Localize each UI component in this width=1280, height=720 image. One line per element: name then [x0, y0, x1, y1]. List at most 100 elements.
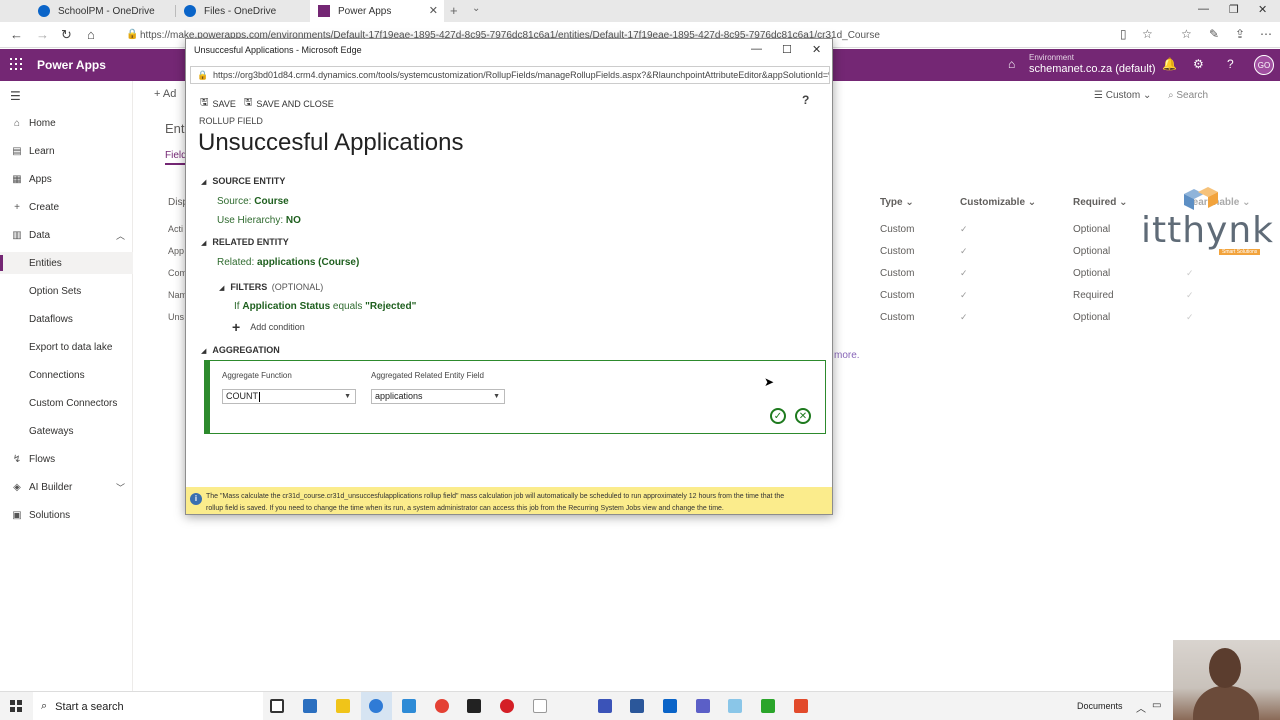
column-header-required[interactable]: Required ⌄ — [1073, 197, 1128, 208]
favorite-star-icon[interactable]: ☆ — [1142, 27, 1153, 41]
help-icon[interactable]: ? — [802, 93, 809, 107]
related-value[interactable]: applications (Course) — [257, 257, 359, 268]
save-button[interactable]: 🖫 SAVE — [200, 95, 236, 112]
maximize-icon[interactable]: ☐ — [782, 43, 792, 56]
learn-more-link[interactable]: more. — [834, 350, 860, 361]
tab-label: Power Apps — [338, 5, 392, 17]
share-icon[interactable]: ⇪ — [1235, 27, 1245, 41]
cell-required: Optional — [1073, 268, 1111, 279]
more-icon[interactable]: ⋯ — [1260, 27, 1272, 41]
aggregate-function-select[interactable]: COUNT ▼ — [222, 389, 356, 404]
popup-address-bar[interactable]: 🔒 https://org3bd01d84.crm4.dynamics.com/… — [190, 66, 830, 84]
hamburger-menu-icon[interactable]: ☰ — [10, 89, 21, 103]
notice-line-1: The "Mass calculate the cr31d_course.cr3… — [206, 493, 785, 500]
favorites-icon[interactable]: ☆ — [1181, 27, 1192, 41]
teams-icon[interactable] — [696, 699, 710, 713]
gear-icon[interactable]: ⚙ — [1193, 57, 1204, 71]
environment-picker[interactable]: schemanet.co.za (default) — [1029, 63, 1156, 75]
save-and-close-button[interactable]: 🖫 SAVE AND CLOSE — [244, 95, 334, 112]
nav-item-create[interactable]: + Create — [0, 196, 133, 218]
nav-item-option-sets[interactable]: Option Sets — [0, 280, 133, 302]
column-header-customizable[interactable]: Customizable ⌄ — [960, 197, 1036, 208]
file-explorer-icon[interactable] — [336, 699, 350, 713]
store-icon[interactable] — [303, 699, 317, 713]
terminal-icon[interactable] — [467, 699, 481, 713]
documents-toolbar[interactable]: Documents — [1077, 701, 1123, 711]
related-entity-header[interactable]: ◢ RELATED ENTITY — [201, 237, 289, 247]
home-icon[interactable]: ⌂ — [87, 27, 95, 42]
search-box[interactable]: ⌕ Search — [1168, 90, 1208, 101]
word-icon[interactable] — [630, 699, 644, 713]
recorder-icon[interactable] — [794, 699, 808, 713]
reading-view-icon[interactable]: ▯ — [1120, 27, 1127, 41]
edge-icon[interactable] — [369, 699, 383, 713]
chevron-down-icon[interactable]: ⌄ — [472, 3, 480, 14]
close-window-icon[interactable]: ✕ — [1258, 3, 1267, 16]
nav-item-ai-builder[interactable]: ◈ AI Builder ﹀ — [0, 476, 133, 498]
chevron-up-icon[interactable]: ︿ — [1136, 700, 1146, 715]
nav-item-solutions[interactable]: ▣ Solutions — [0, 504, 133, 526]
nav-item-entities[interactable]: Entities — [0, 252, 133, 274]
nav-item-custom-connectors[interactable]: Custom Connectors — [0, 392, 133, 414]
row-display-name[interactable]: Acti — [168, 224, 183, 234]
restore-icon[interactable]: ❐ — [1229, 3, 1239, 16]
nav-item-flows[interactable]: ↯ Flows — [0, 448, 133, 470]
app-icon[interactable] — [728, 699, 742, 713]
tab-power-apps[interactable]: Power Apps ✕ — [310, 0, 444, 22]
task-view-icon[interactable] — [270, 699, 284, 713]
opera-icon[interactable] — [500, 699, 514, 713]
minimize-icon[interactable]: — — [1198, 3, 1209, 15]
app-icon[interactable] — [402, 699, 416, 713]
cancel-x-icon[interactable]: ✕ — [795, 408, 811, 424]
nav-item-connections[interactable]: Connections — [0, 364, 133, 386]
tab-fields[interactable]: Field — [165, 150, 187, 165]
aggregation-header[interactable]: ◢ AGGREGATION — [201, 345, 280, 355]
nav-item-data[interactable]: ▥ Data ︿ — [0, 224, 133, 246]
source-entity-header[interactable]: ◢ SOURCE ENTITY — [201, 176, 285, 186]
back-icon[interactable]: ← — [10, 27, 23, 42]
source-value[interactable]: Course — [254, 196, 288, 207]
avatar[interactable]: GO — [1254, 55, 1274, 75]
aggregate-function-value: COUNT — [226, 391, 258, 401]
nav-item-learn[interactable]: ▤ Learn — [0, 140, 133, 162]
filter-condition[interactable]: If Application Status equals "Rejected" — [234, 301, 416, 312]
row-display-name[interactable]: Uns — [168, 312, 184, 322]
nav-item-home[interactable]: ⌂ Home — [0, 112, 133, 134]
network-icon[interactable]: ▭ — [1152, 700, 1161, 711]
outlook-icon[interactable] — [663, 699, 677, 713]
tab-schoolpm[interactable]: SchoolPM - OneDrive — [30, 0, 173, 22]
confirm-check-icon[interactable]: ✓ — [770, 408, 786, 424]
nav-item-export-data-lake[interactable]: Export to data lake — [0, 336, 133, 358]
app-icon[interactable] — [598, 699, 612, 713]
custom-filter-dropdown[interactable]: ☰ Custom ⌄ — [1094, 90, 1151, 101]
tab-files[interactable]: Files - OneDrive — [176, 0, 309, 22]
notice-line-2: rollup field is saved. If you need to ch… — [206, 505, 724, 512]
filters-header[interactable]: ◢ FILTERS (OPTIONAL) — [219, 282, 323, 292]
row-display-name[interactable]: App — [168, 246, 184, 256]
close-window-icon[interactable]: ✕ — [812, 43, 821, 56]
minimize-icon[interactable]: — — [751, 43, 762, 55]
nav-item-apps[interactable]: ▦ Apps — [0, 168, 133, 190]
nav-item-dataflows[interactable]: Dataflows — [0, 308, 133, 330]
aggregated-field-select[interactable]: applications ▼ — [371, 389, 505, 404]
close-tab-icon[interactable]: ✕ — [429, 4, 438, 17]
forward-icon[interactable]: → — [36, 27, 49, 42]
new-tab-icon[interactable]: + — [450, 3, 458, 18]
bell-icon[interactable]: 🔔 — [1162, 57, 1177, 71]
windows-start-icon[interactable] — [10, 700, 22, 712]
hierarchy-value[interactable]: NO — [286, 215, 301, 226]
column-header-type[interactable]: Type ⌄ — [880, 197, 914, 208]
field-type-label: ROLLUP FIELD — [199, 116, 263, 126]
help-icon[interactable]: ? — [1227, 57, 1234, 71]
taskbar-search[interactable]: ⌕ Start a search — [33, 692, 263, 720]
notes-icon[interactable]: ✎ — [1209, 27, 1219, 41]
notepad-icon[interactable] — [533, 699, 547, 713]
add-field-button[interactable]: + Ad — [154, 88, 176, 100]
camtasia-icon[interactable] — [761, 699, 775, 713]
rollup-field-window: Unsuccesful Applications - Microsoft Edg… — [185, 38, 833, 515]
chrome-icon[interactable] — [435, 699, 449, 713]
add-condition-button[interactable]: + Add condition — [232, 319, 305, 335]
refresh-icon[interactable]: ↻ — [61, 27, 72, 43]
app-launcher-icon[interactable] — [10, 58, 22, 70]
nav-item-gateways[interactable]: Gateways — [0, 420, 133, 442]
